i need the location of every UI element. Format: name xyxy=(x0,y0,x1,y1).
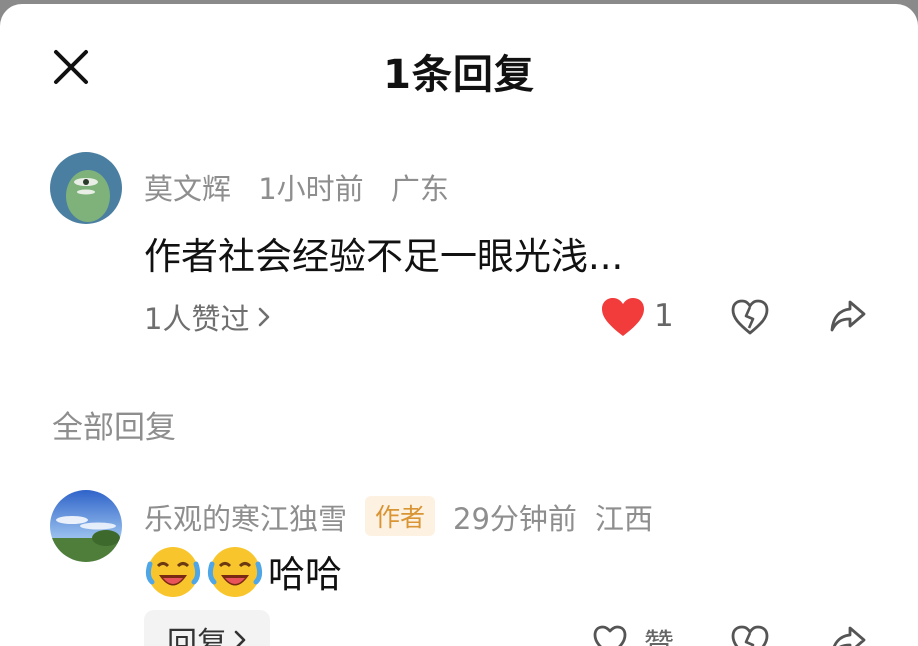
heart-outline-icon[interactable] xyxy=(592,624,628,646)
avatar[interactable] xyxy=(50,152,122,224)
laughing-crying-emoji-icon xyxy=(145,547,201,597)
reply-meta: 乐观的寒江独雪 作者 29分钟前 江西 xyxy=(144,496,671,538)
chevron-right-icon xyxy=(259,307,270,327)
comment-meta: 莫文辉 1小时前 广东 xyxy=(144,166,467,208)
avatar[interactable] xyxy=(50,490,122,562)
reply-sheet: 1条回复 莫文辉 1小时前 广东 作者社会经验不足一眼光浅... 1人赞过 1 … xyxy=(0,4,918,646)
like-count: 1 xyxy=(654,298,674,334)
share-icon[interactable] xyxy=(828,624,868,646)
username[interactable]: 莫文辉 xyxy=(144,172,231,206)
all-replies-label: 全部回复 xyxy=(52,410,176,446)
share-icon[interactable] xyxy=(828,298,868,334)
timestamp: 1小时前 xyxy=(258,172,364,206)
location: 江西 xyxy=(594,502,653,536)
reply-text-row: 哈哈 xyxy=(144,542,342,600)
author-badge: 作者 xyxy=(365,496,436,536)
laughing-crying-emoji-icon xyxy=(207,547,263,597)
like-label: 赞 xyxy=(644,628,674,646)
likers-link[interactable]: 1人赞过 xyxy=(144,296,271,338)
reply-button[interactable]: 回复 xyxy=(144,610,270,646)
reply-button-label: 回复 xyxy=(167,626,227,646)
comment-text: 作者社会经验不足一眼光浅... xyxy=(144,235,624,278)
heart-filled-icon[interactable] xyxy=(600,296,646,338)
page-title: 1条回复 xyxy=(383,52,535,98)
dislike-heart-icon[interactable] xyxy=(730,298,770,336)
likers-label: 1人赞过 xyxy=(144,302,250,336)
username[interactable]: 乐观的寒江独雪 xyxy=(144,502,347,536)
location: 广东 xyxy=(390,172,449,206)
reply-text: 哈哈 xyxy=(268,553,342,596)
dislike-heart-icon[interactable] xyxy=(730,624,770,646)
timestamp: 29分钟前 xyxy=(453,502,577,536)
chevron-right-icon xyxy=(234,630,246,646)
